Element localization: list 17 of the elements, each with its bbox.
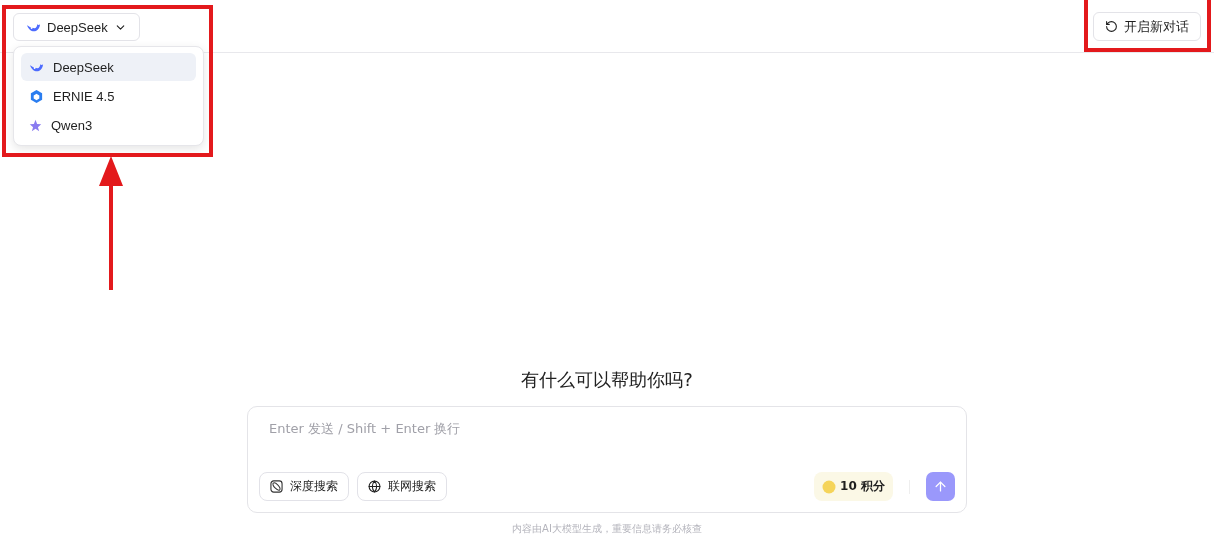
- disclaimer: 内容由AI大模型生成，重要信息请务必核查: [512, 522, 702, 536]
- new-chat-button[interactable]: 开启新对话: [1093, 12, 1201, 41]
- points-badge: 10 积分: [814, 472, 893, 501]
- coin-icon: [822, 479, 837, 494]
- hexagon-icon: [29, 88, 44, 104]
- model-option[interactable]: ERNIE 4.5: [21, 82, 196, 110]
- greeting: 有什么可以帮助你吗?: [521, 368, 693, 392]
- refresh-icon: [1105, 20, 1118, 33]
- send-button[interactable]: [926, 472, 955, 501]
- model-option[interactable]: DeepSeek: [21, 53, 196, 81]
- star-icon: [29, 118, 42, 132]
- model-option[interactable]: Qwen3: [21, 111, 196, 139]
- search-tool-button[interactable]: 联网搜索: [357, 472, 447, 501]
- search-tool-button[interactable]: 深度搜索: [259, 472, 349, 501]
- model-selector[interactable]: DeepSeek: [13, 13, 140, 41]
- orbit-icon: [270, 480, 283, 493]
- globe-icon: [368, 480, 381, 493]
